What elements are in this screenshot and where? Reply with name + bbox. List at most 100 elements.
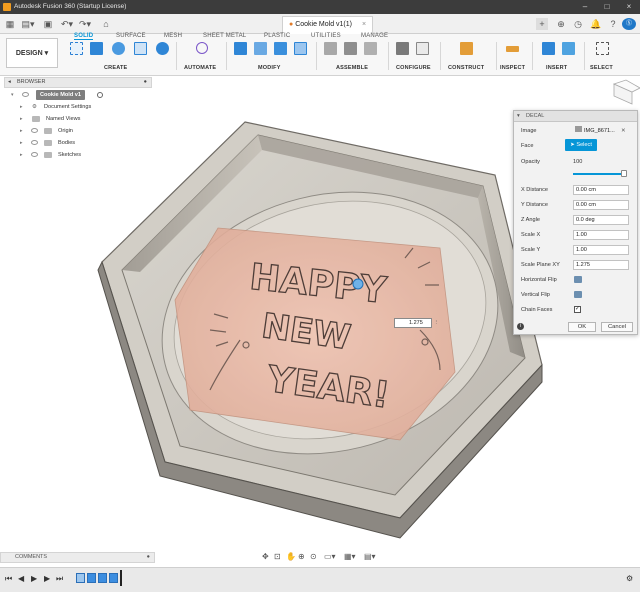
view-cube[interactable] [612,79,640,105]
comments-panel[interactable]: COMMENTS ● [0,552,155,563]
image-selector[interactable]: IMG_8671... [573,126,617,136]
joint-icon[interactable] [344,42,357,55]
close-tab-icon[interactable]: × [362,21,366,28]
workspace-switcher[interactable]: DESIGN ▾ [6,38,58,68]
job-status-icon[interactable]: ◷ [572,18,584,30]
tab-plastic[interactable]: PLASTIC [264,33,290,39]
step-forward-icon[interactable]: ▶ [44,574,50,583]
group-assemble[interactable]: ASSEMBLE [336,65,368,71]
orbit-icon[interactable]: ✥ [262,552,269,561]
scale-plane-xy-input[interactable]: 1.275 [573,260,629,270]
fit-icon[interactable]: ⊙ [310,552,317,561]
timeline-feature-extrude[interactable] [87,573,96,583]
info-icon[interactable]: i [517,323,524,330]
add-comment-icon[interactable]: ● [147,553,150,562]
tab-mesh[interactable]: MESH [164,33,182,39]
clear-image-icon[interactable]: ✕ [621,125,626,137]
group-modify[interactable]: MODIFY [258,65,281,71]
maximize-icon[interactable]: □ [596,0,618,14]
revolve-icon[interactable] [112,42,125,55]
active-radio-icon[interactable] [97,92,103,98]
viewports-icon[interactable]: ▤▾ [364,552,376,561]
pan-icon[interactable]: ✋ [286,552,296,561]
group-automate[interactable]: AUTOMATE [184,65,216,71]
minimize-icon[interactable]: – [574,0,596,14]
pin-icon[interactable]: ● [144,78,147,87]
new-sketch-icon[interactable] [70,42,83,55]
help-icon[interactable]: ? [607,18,619,30]
extensions-icon[interactable]: ⊕ [555,18,567,30]
group-configure[interactable]: CONFIGURE [396,65,431,71]
go-to-start-icon[interactable]: ⏮ [5,574,12,584]
tab-utilities[interactable]: UTILITIES [311,33,341,39]
group-select[interactable]: SELECT [590,65,613,71]
undo-icon[interactable]: ↶▾ [60,18,74,30]
display-settings-icon[interactable]: ▭▾ [324,552,336,561]
decal-dialog-header[interactable]: ▾ DECAL [514,111,637,122]
look-at-icon[interactable]: ⊡ [274,552,281,561]
timeline-feature-extrude[interactable] [98,573,107,583]
new-tab-icon[interactable]: + [536,18,548,30]
z-angle-input[interactable]: 0.0 deg [573,215,629,225]
collapse-icon[interactable]: ▾ [517,111,520,122]
group-create[interactable]: CREATE [104,65,127,71]
insert-image-icon[interactable] [562,42,575,55]
scale-value-input[interactable]: 1.275 ⋮ [394,318,439,328]
as-built-joint-icon[interactable] [364,42,377,55]
apps-grid-icon[interactable]: ▦ [4,18,16,30]
shell-icon[interactable] [294,42,307,55]
offset-plane-icon[interactable] [460,42,473,55]
document-tab[interactable]: ● Cookie Mold v1(1) × [282,16,374,34]
automate-icon[interactable] [196,42,208,54]
group-inspect[interactable]: INSPECT [500,65,525,71]
collapse-icon[interactable]: ◂ [8,78,11,87]
redo-icon[interactable]: ↷▾ [78,18,92,30]
extrude-icon[interactable] [90,42,103,55]
timeline-settings-icon[interactable]: ⚙ [626,574,633,583]
expand-icon[interactable]: ▸ [20,126,23,136]
grid-settings-icon[interactable]: ▦▾ [344,552,356,561]
vertical-flip-icon[interactable] [574,291,582,298]
insert-derive-icon[interactable] [542,42,555,55]
browser-header[interactable]: ◂ BROWSER ● [4,77,152,88]
go-to-end-icon[interactable]: ⏭ [56,574,63,584]
opacity-slider-thumb[interactable] [621,170,627,177]
expand-icon[interactable]: ▸ [20,114,23,124]
configure-icon[interactable] [396,42,409,55]
timeline-marker[interactable] [120,570,122,586]
timeline-feature-sketch[interactable] [76,573,85,583]
group-construct[interactable]: CONSTRUCT [448,65,484,71]
cancel-button[interactable]: Cancel [601,322,633,332]
play-icon[interactable]: ▶ [31,574,37,583]
x-distance-input[interactable]: 0.00 cm [573,185,629,195]
browser-root-node[interactable]: ▾ Cookie Mold v1 [0,90,108,100]
expand-icon[interactable]: ▾ [11,90,14,100]
hole-icon[interactable] [134,42,147,55]
tab-surface[interactable]: SURFACE [116,33,146,39]
select-icon[interactable] [596,42,609,55]
pattern-icon[interactable] [156,42,169,55]
opacity-slider[interactable] [573,170,627,177]
close-icon[interactable]: × [618,0,640,14]
visibility-icon[interactable] [31,128,38,133]
visibility-icon[interactable] [22,92,29,97]
y-distance-input[interactable]: 0.00 cm [573,200,629,210]
profile-icon[interactable]: Ⓢ [622,18,636,30]
scale-y-input[interactable]: 1.00 [573,245,629,255]
scale-x-input[interactable]: 1.00 [573,230,629,240]
home-icon[interactable]: ⌂ [100,18,112,30]
decal-move-handle[interactable] [352,278,364,290]
save-icon[interactable]: ▣ [42,18,54,30]
more-options-icon[interactable]: ⋮ [434,319,440,327]
face-select-button[interactable]: ➤ Select [565,139,597,151]
notifications-icon[interactable]: 🔔 [590,18,602,30]
press-pull-icon[interactable] [234,42,247,55]
expand-icon[interactable]: ▸ [20,150,23,160]
chain-faces-checkbox[interactable]: ✓ [574,306,581,313]
file-menu-icon[interactable]: ▤▾ [20,18,36,30]
visibility-icon[interactable] [31,152,38,157]
zoom-icon[interactable]: ⊕ [298,552,305,561]
horizontal-flip-icon[interactable] [574,276,582,283]
measure-icon[interactable] [506,46,519,52]
expand-icon[interactable]: ▸ [20,138,23,148]
